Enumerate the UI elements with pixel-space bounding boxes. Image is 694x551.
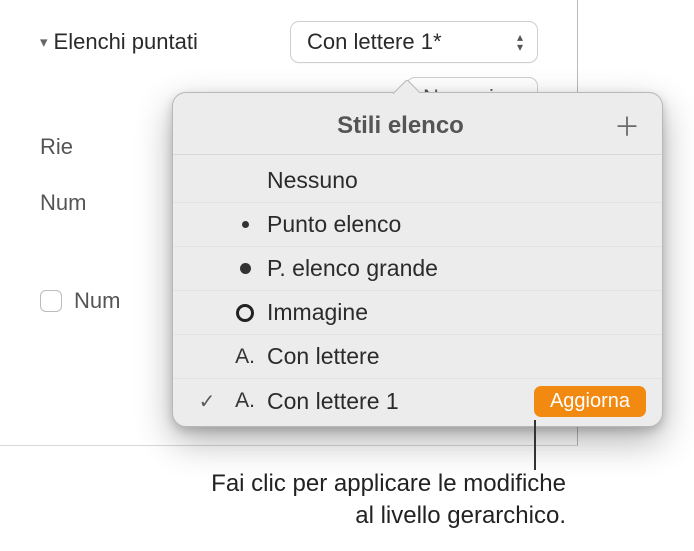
list-style-dropdown[interactable]: Con lettere 1* ▴▾ [291, 22, 537, 62]
style-item-bullet[interactable]: Punto elenco [173, 203, 662, 247]
style-item-bigbullet[interactable]: P. elenco grande [173, 247, 662, 291]
style-label: Immagine [267, 299, 646, 326]
update-button[interactable]: Aggiorna [534, 386, 646, 417]
section-disclosure[interactable]: ▾ Elenchi puntati [40, 29, 198, 55]
num-label: Num [40, 190, 86, 216]
tiered-checkbox[interactable] [40, 290, 62, 312]
callout-line2: al livello gerarchico. [355, 502, 566, 529]
letter-a-icon: A. [223, 345, 267, 369]
popover-arrow [393, 80, 419, 94]
bullet-icon [223, 221, 267, 228]
popover-title: Stili elenco [191, 112, 610, 140]
style-label: P. elenco grande [267, 255, 646, 282]
updown-chevron-icon: ▴▾ [507, 33, 523, 51]
style-item-letters-1[interactable]: ✓ A. Con lettere 1 Aggiorna [173, 379, 662, 423]
chevron-down-icon: ▾ [40, 33, 48, 51]
letter-a-icon: A. [223, 389, 267, 413]
style-label: Con lettere [267, 343, 646, 370]
callout-leader-line [534, 420, 536, 470]
circle-icon [223, 304, 267, 322]
section-label: Elenchi puntati [54, 29, 198, 55]
style-label: Punto elenco [267, 211, 646, 238]
add-style-button[interactable]: ＋ [610, 107, 644, 144]
style-label: Con lettere 1 [267, 388, 534, 415]
list-style-row: ▾ Elenchi puntati Con lettere 1* ▴▾ [40, 22, 537, 62]
bullet-big-icon [223, 263, 267, 274]
list-styles-popover: Stili elenco ＋ Nessuno Punto elenco P. e… [172, 92, 663, 427]
checkmark-icon: ✓ [191, 389, 223, 414]
tiered-label: Num [74, 288, 120, 314]
popover-list: Nessuno Punto elenco P. elenco grande Im… [173, 155, 662, 427]
indent-label: Rie [40, 134, 73, 160]
style-item-none[interactable]: Nessuno [173, 159, 662, 203]
style-label: Nessuno [267, 167, 646, 194]
callout-text: Fai clic per applicare le modifiche al l… [86, 468, 566, 532]
list-style-value: Con lettere 1* [307, 29, 442, 55]
style-item-image[interactable]: Immagine [173, 291, 662, 335]
popover-header: Stili elenco ＋ [173, 93, 662, 155]
callout-line1: Fai clic per applicare le modifiche [211, 470, 566, 497]
style-item-letters[interactable]: A. Con lettere [173, 335, 662, 379]
